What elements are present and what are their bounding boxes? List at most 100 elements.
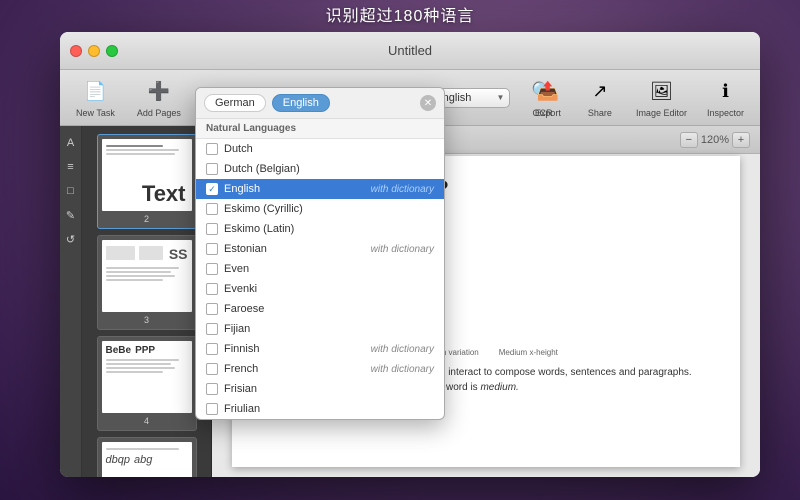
search-clear-button[interactable]: ✕ [420, 95, 436, 111]
faroese-label: Faroese [224, 303, 428, 315]
lang-item-dutch-belgian[interactable]: Dutch (Belgian) [196, 159, 444, 179]
fijian-label: Fijian [224, 323, 428, 335]
thumb-big-text-1: Text [142, 181, 186, 207]
thumb-lines-4: dbqpabg [106, 448, 188, 466]
banner-text: 识别超过180种语言 [326, 2, 475, 26]
text-tool-icon[interactable]: A [62, 134, 80, 152]
estonian-label: Estonian [224, 243, 365, 255]
lang-item-friulian[interactable]: Friulian [196, 399, 444, 419]
image-editor-label: Image Editor [636, 108, 687, 118]
frisian-label: Frisian [224, 383, 428, 395]
lang-item-eskimo-cyrillic[interactable]: Eskimo (Cyrillic) [196, 199, 444, 219]
finnish-checkbox[interactable] [206, 343, 218, 355]
lang-item-dutch[interactable]: Dutch [196, 139, 444, 159]
close-button[interactable] [70, 45, 82, 57]
window-title: Untitled [388, 43, 432, 58]
share-label: Share [588, 108, 612, 118]
edit-tool-icon[interactable]: ✎ [62, 206, 80, 224]
new-task-label: New Task [76, 108, 115, 118]
eskimo-cyrillic-label: Eskimo (Cyrillic) [224, 203, 428, 215]
lang-item-english[interactable]: ✓ English with dictionary [196, 179, 444, 199]
thumbnail-1[interactable]: Text 2 [97, 134, 197, 229]
english-checkbox[interactable]: ✓ [206, 183, 218, 195]
dutch-label: Dutch [224, 143, 428, 155]
evenki-label: Evenki [224, 283, 428, 295]
thumb-label-1: 2 [102, 214, 192, 224]
lang-item-faroese[interactable]: Faroese [196, 299, 444, 319]
lang-item-evenki[interactable]: Evenki [196, 279, 444, 299]
image-editor-button[interactable]: 🖼 Image Editor [628, 74, 695, 122]
zoom-controls: − 120% + [680, 132, 750, 148]
zoom-in-button[interactable]: + [732, 132, 750, 148]
friulian-label: Friulian [224, 403, 428, 415]
thumb-inner-4: dbqpabg [102, 442, 192, 477]
english-tab[interactable]: English [272, 94, 330, 112]
english-label: English [224, 183, 365, 195]
eskimo-latin-checkbox[interactable] [206, 223, 218, 235]
image-editor-icon: 🖼 [647, 78, 675, 106]
french-dict: with dictionary [371, 364, 434, 375]
even-checkbox[interactable] [206, 263, 218, 275]
language-dropdown: German English ✕ Natural Languages Dutch… [195, 87, 445, 420]
lang-item-fijian[interactable]: Fijian [196, 319, 444, 339]
fijian-checkbox[interactable] [206, 323, 218, 335]
dropdown-list[interactable]: Dutch Dutch (Belgian) ✓ English with dic… [196, 139, 444, 419]
dutch-belgian-checkbox[interactable] [206, 163, 218, 175]
add-pages-button[interactable]: ➕ Add Pages [129, 74, 189, 122]
thumb-lines-1 [106, 145, 188, 155]
export-label: Export [535, 108, 561, 118]
minimize-button[interactable] [88, 45, 100, 57]
finnish-dict: with dictionary [371, 344, 434, 355]
english-dict: with dictionary [371, 184, 434, 195]
new-task-button[interactable]: 📄 New Task [68, 74, 123, 122]
thumb-inner-1: Text [102, 139, 192, 211]
french-label: French [224, 363, 365, 375]
eskimo-cyrillic-checkbox[interactable] [206, 203, 218, 215]
zoom-level: 120% [701, 134, 729, 146]
tool-strip: A ≡ □ ✎ ↺ [60, 126, 82, 477]
add-pages-icon: ➕ [145, 78, 173, 106]
list-tool-icon[interactable]: ≡ [62, 158, 80, 176]
toolbar-right: 📤 Export ↗ Share 🖼 Image Editor ℹ Inspec… [524, 74, 752, 122]
thumbnail-3[interactable]: BeBe PPP 4 [97, 336, 197, 431]
even-label: Even [224, 263, 428, 275]
faroese-checkbox[interactable] [206, 303, 218, 315]
lang-item-even[interactable]: Even [196, 259, 444, 279]
annotation-x-height: Medium x-height [499, 348, 558, 357]
share-icon: ↗ [586, 78, 614, 106]
friulian-checkbox[interactable] [206, 403, 218, 415]
dutch-checkbox[interactable] [206, 143, 218, 155]
inspector-button[interactable]: ℹ Inspector [699, 74, 752, 122]
rect-tool-icon[interactable]: □ [62, 182, 80, 200]
lang-item-french[interactable]: French with dictionary [196, 359, 444, 379]
english-tab-label: English [283, 97, 319, 109]
lang-item-finnish[interactable]: Finnish with dictionary [196, 339, 444, 359]
thumbnail-sidebar: Text 2 SS [82, 126, 212, 477]
estonian-dict: with dictionary [371, 244, 434, 255]
main-window: Untitled 📄 New Task ➕ Add Pages German, … [60, 32, 760, 477]
evenki-checkbox[interactable] [206, 283, 218, 295]
inspector-label: Inspector [707, 108, 744, 118]
lang-item-estonian[interactable]: Estonian with dictionary [196, 239, 444, 259]
frisian-checkbox[interactable] [206, 383, 218, 395]
french-checkbox[interactable] [206, 363, 218, 375]
titlebar: Untitled [60, 32, 760, 70]
german-tab[interactable]: German [204, 94, 266, 112]
lang-item-frisian[interactable]: Frisian [196, 379, 444, 399]
estonian-checkbox[interactable] [206, 243, 218, 255]
rotate-tool-icon[interactable]: ↺ [62, 230, 80, 248]
new-task-icon: 📄 [81, 78, 109, 106]
section-header-text: Natural Languages [206, 123, 296, 134]
maximize-button[interactable] [106, 45, 118, 57]
lang-item-eskimo-latin[interactable]: Eskimo (Latin) [196, 219, 444, 239]
export-button[interactable]: 📤 Export [524, 74, 572, 122]
share-button[interactable]: ↗ Share [576, 74, 624, 122]
german-tab-label: German [215, 97, 255, 109]
eskimo-latin-label: Eskimo (Latin) [224, 223, 428, 235]
export-icon: 📤 [534, 78, 562, 106]
thumbnail-4[interactable]: dbqpabg [97, 437, 197, 477]
zoom-out-button[interactable]: − [680, 132, 698, 148]
sidebar-wrap: A ≡ □ ✎ ↺ Text [60, 126, 212, 477]
traffic-lights [70, 45, 118, 57]
thumbnail-2[interactable]: SS 3 [97, 235, 197, 330]
